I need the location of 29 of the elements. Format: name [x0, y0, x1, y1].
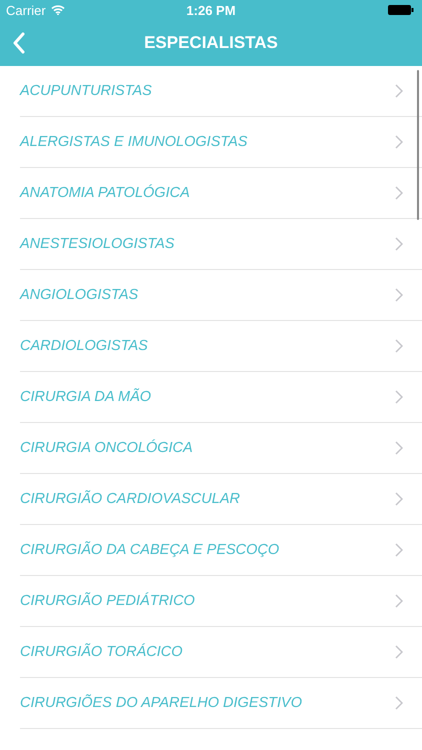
- wifi-icon: [50, 5, 65, 15]
- carrier-label: Carrier: [6, 2, 46, 18]
- chevron-icon: [395, 441, 403, 455]
- chevron-icon: [395, 492, 403, 506]
- chevron-icon: [395, 135, 403, 149]
- specialty-list-item[interactable]: ANGIOLOGISTAS: [20, 270, 422, 321]
- chevron-icon: [395, 339, 403, 353]
- back-icon: [12, 32, 26, 54]
- specialty-list-item[interactable]: CIRURGIÕES DO APARELHO DIGESTIVO: [20, 678, 422, 729]
- specialty-list-item[interactable]: ANESTESIOLOGISTAS: [20, 219, 422, 270]
- specialty-list-item[interactable]: CIRURGIA ONCOLÓGICA: [20, 423, 422, 474]
- chevron-icon: [395, 288, 403, 302]
- specialty-list-item[interactable]: CIRURGIA DA MÃO: [20, 372, 422, 423]
- chevron-icon: [395, 696, 403, 710]
- battery-icon: [388, 5, 414, 15]
- specialty-list-item[interactable]: CARDIOLOGISTAS: [20, 321, 422, 372]
- chevron-icon: [395, 543, 403, 557]
- status-time: 1:26 PM: [186, 2, 236, 18]
- screen-title: ESPECIALISTAS: [144, 33, 278, 53]
- specialty-list-item[interactable]: CIRURGIÃO DA CABEÇA E PESCOÇO: [20, 525, 422, 576]
- specialty-list-item[interactable]: CIRURGIÃO PEDIÁTRICO: [20, 576, 422, 627]
- chevron-icon: [395, 645, 403, 659]
- specialty-list-item[interactable]: CIRURGIÃO CARDIOVASCULAR: [20, 474, 422, 525]
- chevron-icon: [395, 594, 403, 608]
- chevron-icon: [395, 84, 403, 98]
- specialty-list-item[interactable]: CIRURGIÃO TORÁCICO: [20, 627, 422, 678]
- chevron-icon: [395, 237, 403, 251]
- chevron-icon: [395, 186, 403, 200]
- chevron-icon: [395, 390, 403, 404]
